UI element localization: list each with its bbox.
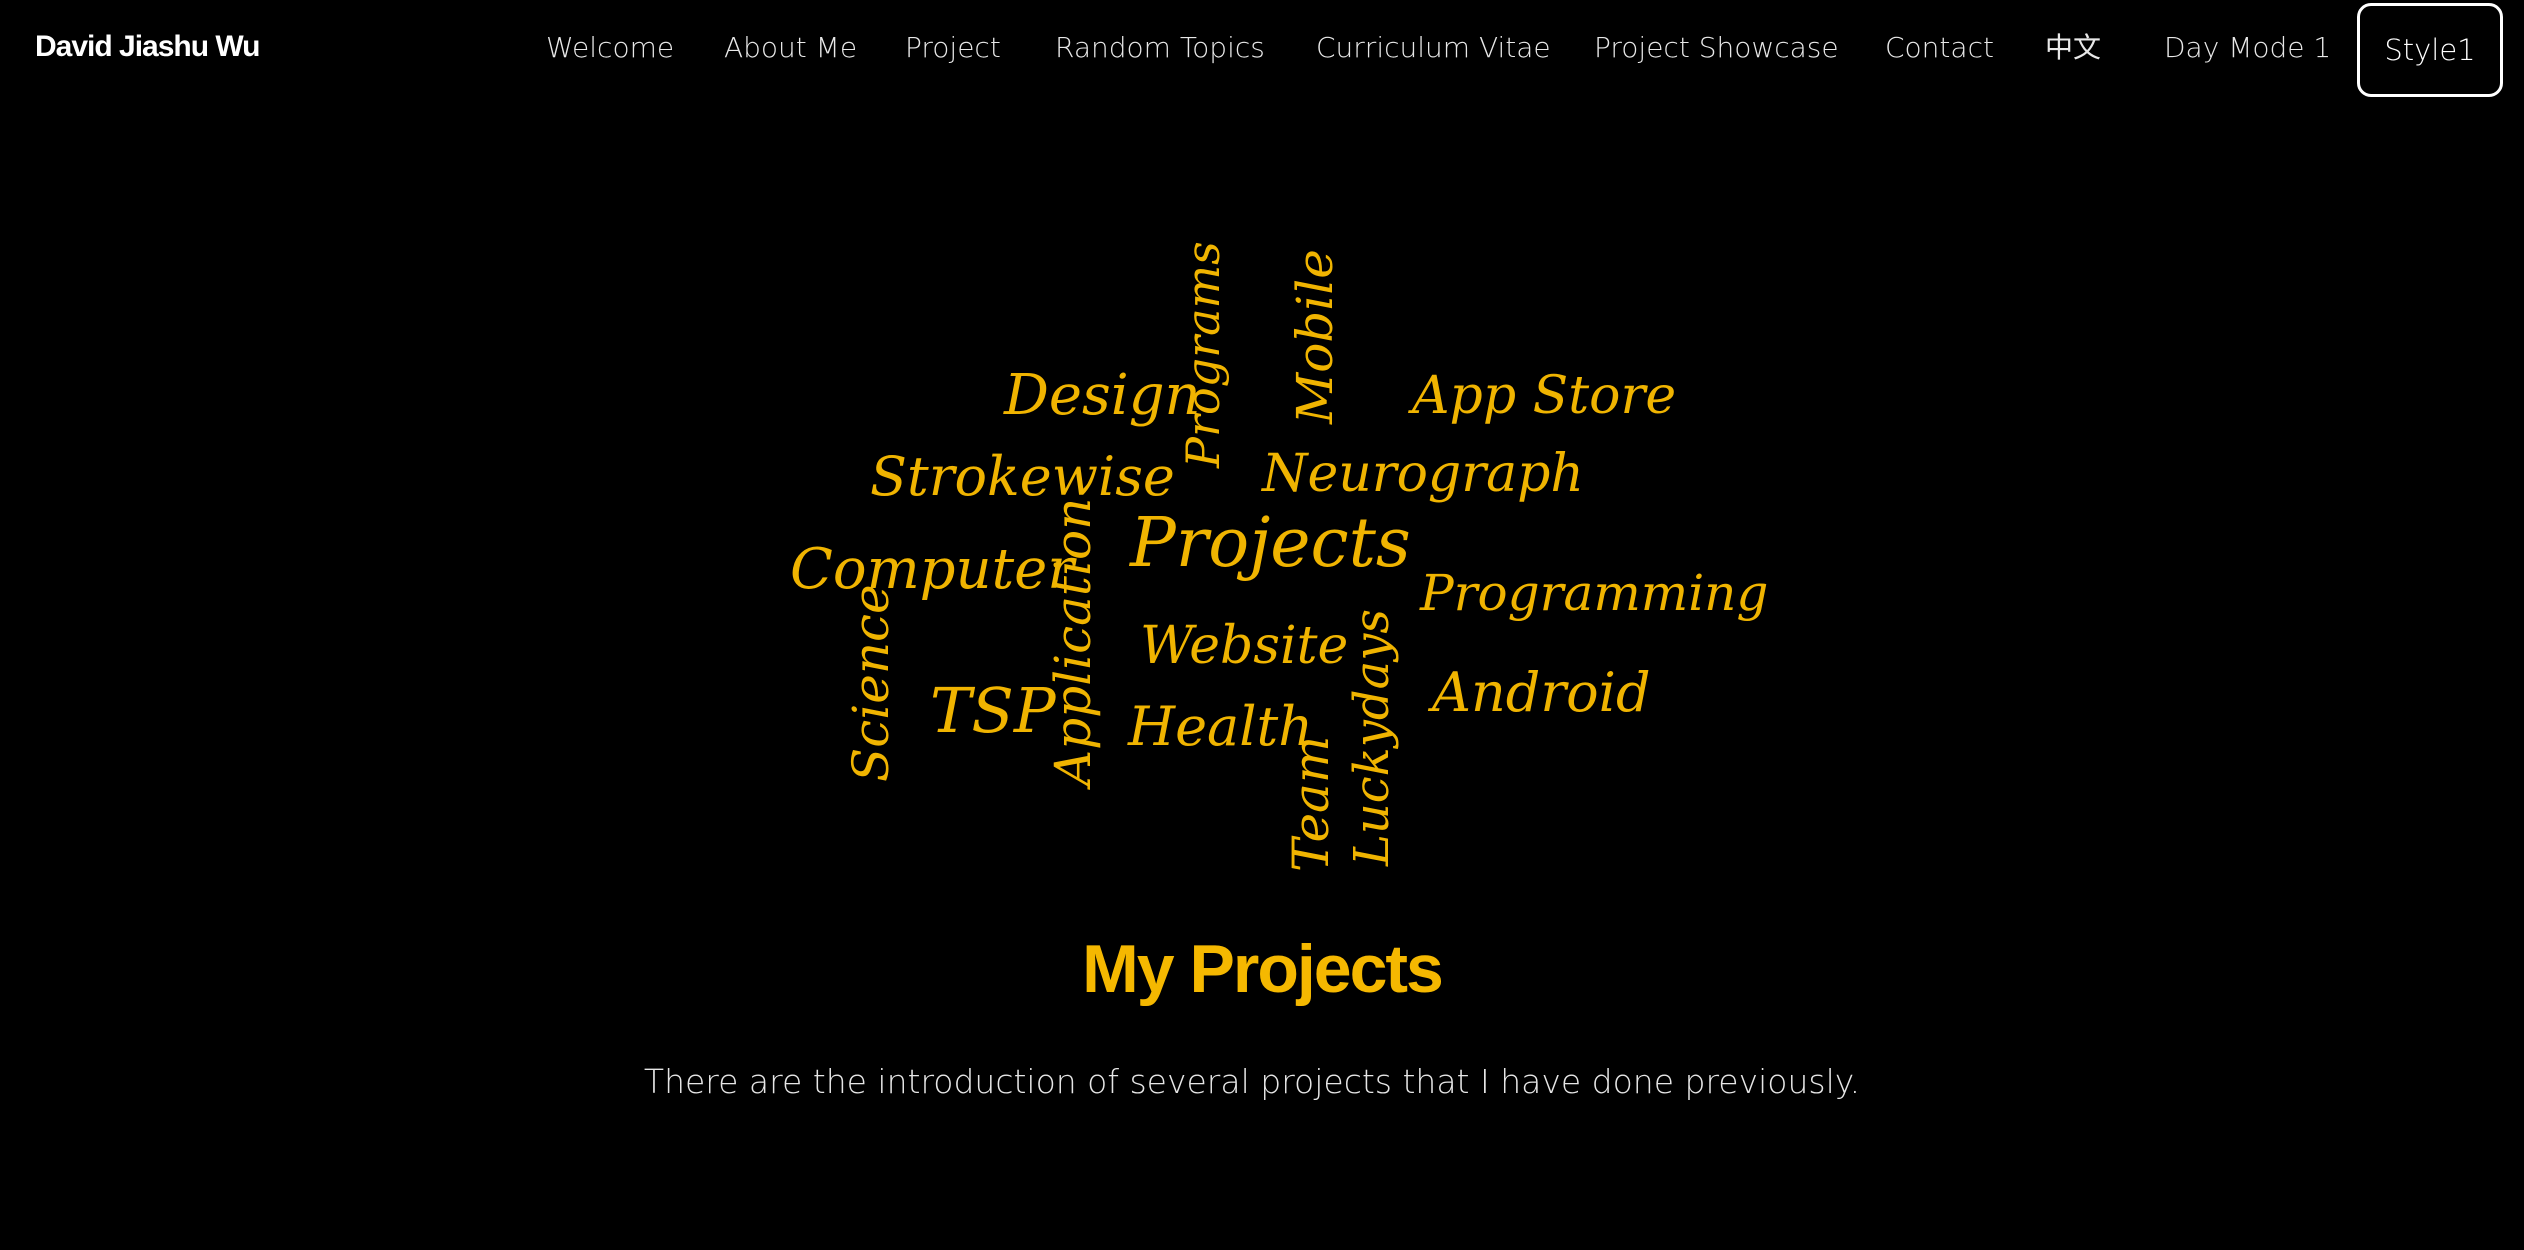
- nav-item-welcome[interactable]: Welcome: [546, 34, 674, 62]
- word-cloud-word-projects: Projects: [1130, 504, 1411, 583]
- page-title: My Projects: [1082, 931, 1444, 1007]
- word-cloud-word-programming: Programming: [1420, 564, 1769, 622]
- style-toggle-button[interactable]: Style1: [2357, 3, 2503, 97]
- nav-item-contact[interactable]: Contact: [1885, 34, 1994, 62]
- nav-item-random-topics[interactable]: Random Topics: [1055, 34, 1265, 62]
- word-cloud-word-health: Health: [1128, 695, 1313, 758]
- nav-item-curriculum-vitae[interactable]: Curriculum Vitae: [1316, 34, 1551, 62]
- word-cloud-word-science: Science: [842, 584, 900, 782]
- nav-item-day-mode[interactable]: Day Mode 1: [2164, 34, 2331, 62]
- word-cloud-word-tsp: TSP: [930, 674, 1056, 747]
- word-cloud-word-application: Application: [1044, 497, 1102, 786]
- page-subtitle: There are the introduction of several pr…: [643, 1062, 1861, 1101]
- nav-item-about-me[interactable]: About Me: [724, 34, 857, 62]
- word-cloud-word-strokewise: Strokewise: [870, 445, 1175, 508]
- word-cloud-word-team: Team: [1282, 735, 1340, 872]
- word-cloud-word-computer: Computer: [790, 537, 1074, 602]
- word-cloud-word-website: Website: [1140, 616, 1349, 676]
- word-cloud-word-neurograph: Neurograph: [1262, 444, 1584, 504]
- word-cloud-word-luckydays: Luckydays: [1344, 609, 1400, 866]
- nav-menu: Welcome About Me Project Random Topics C…: [0, 0, 2524, 106]
- word-cloud-word-app-store: App Store: [1412, 366, 1677, 426]
- top-navbar: David Jiashu Wu Welcome About Me Project…: [0, 0, 2524, 106]
- word-cloud-word-design: Design: [1004, 363, 1201, 428]
- nav-item-chinese[interactable]: 中文: [2045, 34, 2101, 62]
- word-cloud-word-android: Android: [1432, 661, 1651, 724]
- project-word-cloud: Design Programs Mobile App Store Strokew…: [0, 0, 2524, 900]
- word-cloud-word-programs: Programs: [1176, 241, 1230, 468]
- word-cloud-word-mobile: Mobile: [1286, 249, 1344, 424]
- nav-item-project-showcase[interactable]: Project Showcase: [1594, 34, 1839, 62]
- nav-item-project[interactable]: Project: [905, 34, 1001, 62]
